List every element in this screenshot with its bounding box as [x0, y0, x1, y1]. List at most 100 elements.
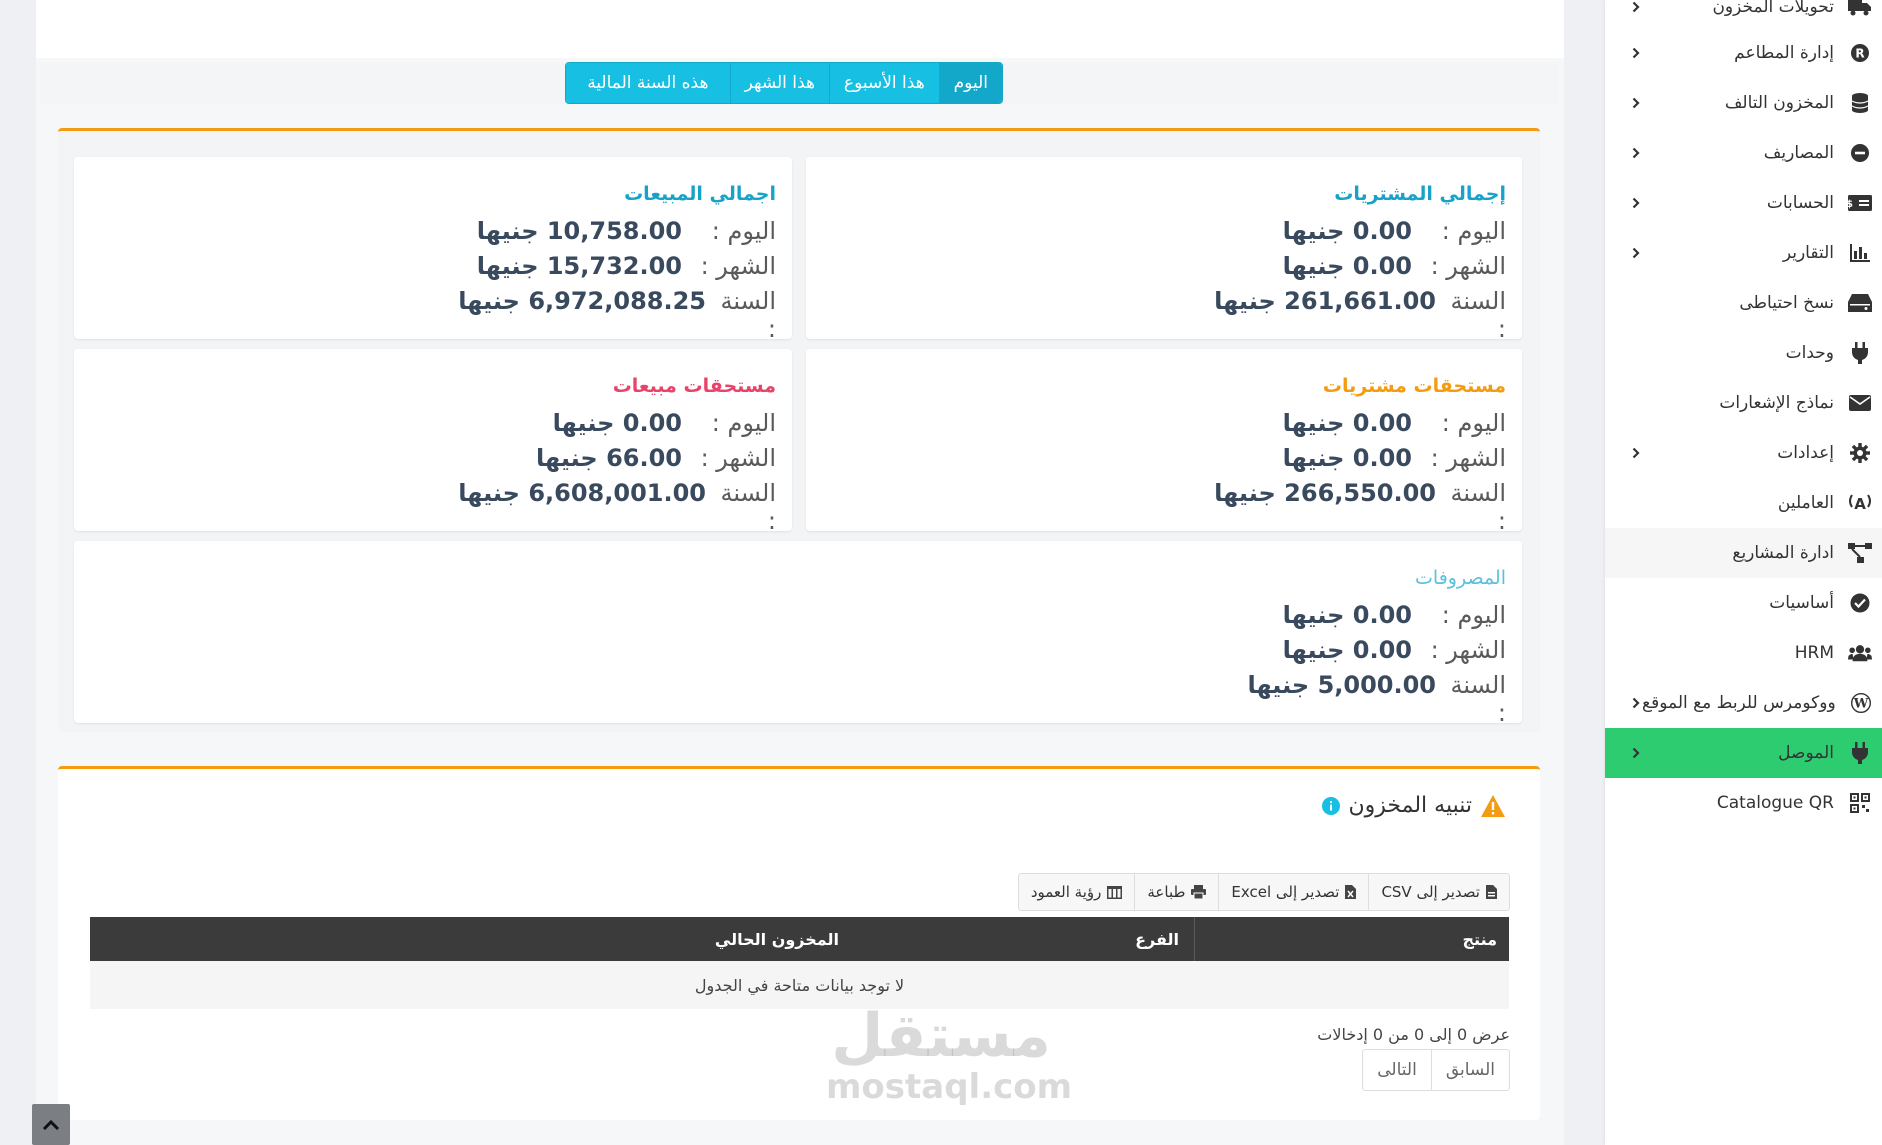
label-month: الشهر :	[1430, 444, 1506, 472]
row-month: الشهر : 0.00 جنيها	[1283, 252, 1506, 280]
sidebar-item-workers[interactable]: A العاملين	[1605, 478, 1882, 528]
column-header-product[interactable]: منتج	[1463, 917, 1498, 961]
row-today: اليوم : 0.00 جنيها	[1283, 217, 1506, 245]
card-title: مستحقات مبيعات	[612, 375, 776, 397]
label-year: السنة :	[720, 479, 777, 535]
export-csv-button[interactable]: تصدير إلى CSV	[1368, 874, 1509, 910]
row-today: اليوم : 10,758.00 جنيها	[477, 217, 776, 245]
value-year: 6,608,001.00 جنيها	[458, 479, 706, 507]
card-sales-due: مستحقات مبيعات اليوم : 0.00 جنيها الشهر …	[74, 349, 792, 535]
column-visibility-button[interactable]: رؤية العمود	[1018, 874, 1135, 910]
svg-text:$: $	[1848, 199, 1853, 210]
sidebar-item-hrm[interactable]: HRM	[1605, 628, 1882, 678]
sidebar-item-label: ووكومرس للربط مع الموقع	[1642, 693, 1836, 713]
sidebar-item-label: وحدات	[1785, 343, 1834, 363]
value-year: 261,661.00 جنيها	[1214, 287, 1436, 315]
row-year: السنة : 5,000.00 جنيها	[1247, 671, 1506, 727]
sidebar-item-accounts[interactable]: $ الحسابات	[1605, 178, 1882, 228]
label-year: السنة :	[720, 287, 777, 343]
export-excel-label: تصدير إلى Excel	[1231, 883, 1340, 901]
value-month: 0.00 جنيها	[1282, 444, 1412, 472]
envelope-icon	[1848, 391, 1872, 415]
sidebar-item-label: HRM	[1794, 643, 1834, 663]
wordpress-icon: W	[1850, 691, 1872, 715]
sidebar-item-modules[interactable]: وحدات	[1605, 328, 1882, 378]
gear-icon	[1848, 441, 1872, 465]
svg-text:R: R	[1855, 47, 1864, 61]
row-year: السنة : 6,972,088.25 جنيها	[458, 287, 776, 343]
value-year: 5,000.00 جنيها	[1247, 671, 1436, 699]
columns-icon	[1107, 885, 1123, 899]
card-title: المصروفات	[1415, 567, 1506, 589]
label-year: السنة :	[1450, 287, 1507, 343]
sidebar-item-label: إعدادات	[1777, 443, 1834, 463]
watermark: مستقل mostaql.com	[826, 1002, 1072, 1104]
card-title: إجمالي المشتريات	[1334, 183, 1506, 205]
column-header-branch[interactable]: الفرع	[1135, 917, 1179, 961]
value-today: 10,758.00 جنيها	[476, 217, 682, 245]
row-today: اليوم : 0.00 جنيها	[553, 409, 776, 437]
sidebar-item-backup[interactable]: نسخ احتياطى	[1605, 278, 1882, 328]
print-button[interactable]: طباعة	[1134, 874, 1219, 910]
sidebar-item-project-management[interactable]: ادارة المشاريع	[1605, 528, 1882, 578]
row-month: الشهر : 0.00 جنيها	[1283, 636, 1506, 664]
sidebar-item-essentials[interactable]: أساسيات	[1605, 578, 1882, 628]
label-today: اليوم :	[1441, 601, 1506, 629]
row-today: اليوم : 0.00 جنيها	[1283, 409, 1506, 437]
sidebar-item-woocommerce[interactable]: W ووكومرس للربط مع الموقع	[1605, 678, 1882, 728]
sidebar-item-notification-templates[interactable]: نماذج الإشعارات	[1605, 378, 1882, 428]
sidebar-item-connector[interactable]: الموصل	[1605, 728, 1882, 778]
sidebar-item-label: نماذج الإشعارات	[1719, 393, 1834, 413]
label-year: السنة :	[1450, 479, 1507, 535]
sidebar-item-label: Catalogue QR	[1716, 793, 1834, 813]
users-icon	[1848, 641, 1872, 665]
sidebar-item-settings[interactable]: إعدادات	[1605, 428, 1882, 478]
card-title: اجمالي المبيعات	[624, 183, 776, 205]
tab-this-month[interactable]: هذا الشهر	[729, 63, 829, 103]
sidebar-item-catalogue-qr[interactable]: Catalogue QR	[1605, 778, 1882, 828]
chevron-right-icon	[1629, 447, 1643, 459]
qrcode-icon	[1848, 791, 1872, 815]
previous-page-button[interactable]: السابق	[1430, 1050, 1509, 1090]
info-icon[interactable]	[1321, 796, 1341, 816]
value-today: 0.00 جنيها	[1282, 601, 1412, 629]
svg-text:W: W	[1853, 697, 1869, 712]
table-empty-row: لا توجد بيانات متاحة في الجدول	[90, 961, 1509, 1009]
sidebar-item-expenses[interactable]: المصاريف	[1605, 128, 1882, 178]
value-year: 266,550.00 جنيها	[1214, 479, 1436, 507]
chevron-right-icon	[1629, 147, 1643, 159]
row-month: الشهر : 15,732.00 جنيها	[477, 252, 776, 280]
row-year: السنة : 6,608,001.00 جنيها	[458, 479, 776, 535]
row-today: اليوم : 0.00 جنيها	[1283, 601, 1506, 629]
value-month: 66.00 جنيها	[535, 444, 682, 472]
sidebar-item-label: الحسابات	[1766, 193, 1834, 213]
sidebar-item-restaurants[interactable]: R إدارة المطاعم	[1605, 28, 1882, 78]
export-excel-button[interactable]: تصدير إلى Excel	[1218, 874, 1369, 910]
stock-alert-title-row: تنبيه المخزون	[1321, 793, 1506, 818]
broadcast-icon: A	[1848, 491, 1872, 515]
column-header-current-stock[interactable]: المخزون الحالي	[715, 917, 839, 961]
sidebar-item-label: ادارة المشاريع	[1732, 543, 1834, 563]
check-circle-icon	[1848, 591, 1872, 615]
sidebar-item-label: العاملين	[1777, 493, 1834, 513]
sidebar-item-reports[interactable]: التقارير	[1605, 228, 1882, 278]
database-icon	[1848, 91, 1872, 115]
chevron-right-icon	[1629, 47, 1643, 59]
tab-today[interactable]: اليوم	[938, 63, 1002, 103]
card-purchases-total: إجمالي المشتريات اليوم : 0.00 جنيها الشه…	[806, 157, 1522, 343]
row-month: الشهر : 66.00 جنيها	[536, 444, 776, 472]
tab-this-week[interactable]: هذا الأسبوع	[828, 63, 939, 103]
column-visibility-label: رؤية العمود	[1030, 883, 1102, 901]
value-year: 6,972,088.25 جنيها	[458, 287, 706, 315]
row-year: السنة : 261,661.00 جنيها	[1214, 287, 1506, 343]
print-label: طباعة	[1147, 883, 1186, 901]
value-today: 0.00 جنيها	[1282, 217, 1412, 245]
sidebar-item-label: الموصل	[1778, 743, 1834, 763]
tab-fiscal-year[interactable]: هذه السنة المالية	[566, 63, 730, 103]
scroll-to-top-button[interactable]	[32, 1104, 70, 1145]
pagination: السابق التالى	[1362, 1049, 1510, 1091]
value-today: 0.00 جنيها	[1282, 409, 1412, 437]
sidebar-item-label: نسخ احتياطى	[1739, 293, 1834, 313]
next-page-button[interactable]: التالى	[1363, 1050, 1431, 1090]
sidebar-item-damaged-stock[interactable]: المخزون التالف	[1605, 78, 1882, 128]
